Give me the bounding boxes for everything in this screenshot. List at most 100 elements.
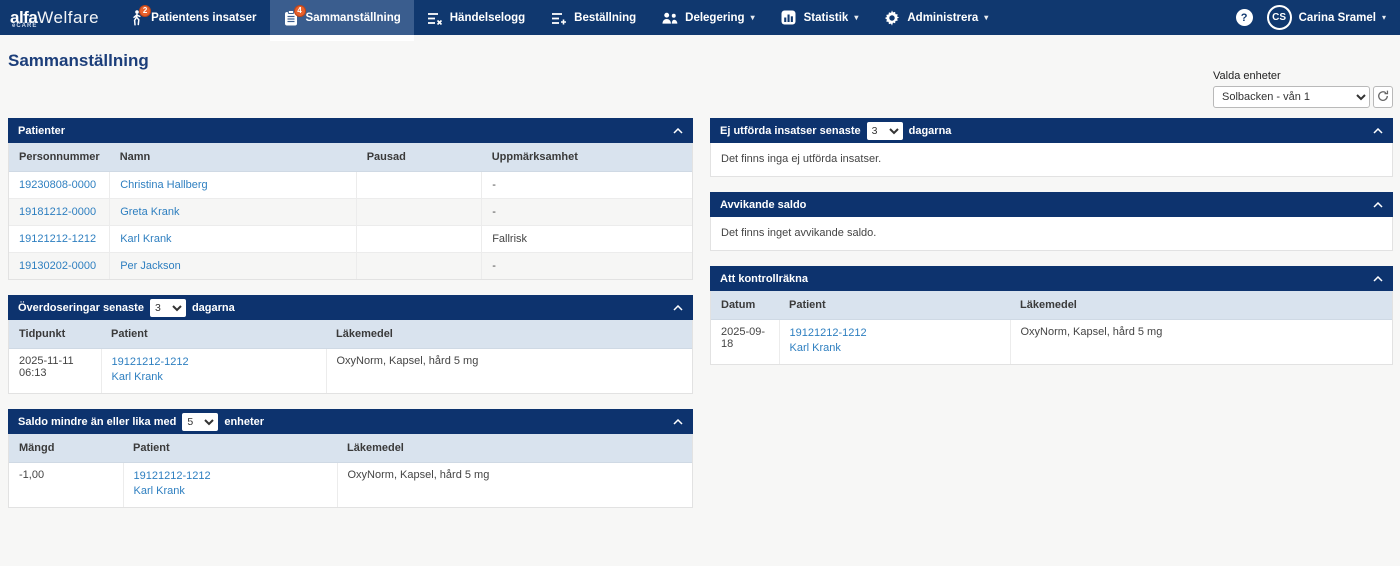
panel-title: Ej utförda insatser senaste	[720, 124, 861, 137]
column-header: Patient	[123, 434, 337, 463]
user-name: Carina Sramel	[1298, 11, 1376, 24]
panel-overdoses-header[interactable]: Överdoseringar senaste 3 dagarna	[8, 295, 693, 320]
nav-item-administrera[interactable]: Administrera ▾	[871, 0, 1001, 35]
panel-title-suffix: dagarna	[191, 301, 235, 314]
nav-item-label: Beställning	[574, 11, 637, 24]
chevron-down-icon: ▾	[750, 13, 755, 22]
clipboard-icon: 4	[283, 4, 306, 26]
right-column: Ej utförda insatser senaste 3 dagarna De…	[710, 118, 1393, 380]
panel-control-count-header[interactable]: Att kontrollräkna	[710, 266, 1393, 291]
nav-item-label: Delegering	[685, 11, 745, 24]
left-column: Patienter Personnummer Namn Pausad Uppmä…	[8, 118, 693, 523]
column-header: Läkemedel	[337, 434, 692, 463]
unit-filter: Valda enheter Solbacken - vån 1	[1213, 70, 1393, 108]
patient-name-link[interactable]: Karl Krank	[120, 233, 171, 245]
patient-pnr-link[interactable]: 19121212-1212	[19, 233, 96, 245]
patient-name-link[interactable]: Christina Hallberg	[120, 179, 207, 191]
panel-patients-header[interactable]: Patienter	[8, 118, 693, 143]
patient-name-link[interactable]: Karl Krank	[790, 341, 1000, 356]
time-cell: 2025-11-11 06:13	[9, 348, 102, 393]
notification-badge: 2	[139, 4, 152, 17]
unit-filter-label: Valda enheter	[1213, 70, 1281, 82]
walking-person-icon: 2	[128, 4, 152, 26]
column-header: Patient	[779, 291, 1010, 320]
navbar-right: ? CS Carina Sramel ▾	[1235, 0, 1400, 35]
avatar: CS	[1266, 5, 1292, 30]
nav-item-statistik[interactable]: Statistik ▾	[768, 0, 872, 35]
medication-cell: OxyNorm, Kapsel, hård 5 mg	[337, 462, 692, 507]
panel-overdoses: Överdoseringar senaste 3 dagarna Tidpunk…	[8, 295, 693, 394]
patient-cell: 19121212-1212 Karl Krank	[123, 462, 338, 507]
panel-title: Avvikande saldo	[720, 198, 807, 211]
column-header: Uppmärksamhet	[481, 143, 692, 172]
panel-deviant-balance: Avvikande saldo Det finns inget avvikand…	[710, 192, 1393, 251]
nav-item-delegering[interactable]: Delegering ▾	[649, 0, 767, 35]
help-button[interactable]: ?	[1235, 9, 1253, 26]
user-menu[interactable]: CS Carina Sramel ▾	[1266, 5, 1386, 30]
overdose-days-select[interactable]: 3	[149, 298, 186, 317]
gear-icon	[884, 9, 900, 26]
panel-title: Att kontrollräkna	[720, 272, 809, 285]
panel-deviant-balance-header[interactable]: Avvikande saldo	[710, 192, 1393, 217]
panel-title-suffix: dagarna	[908, 124, 952, 137]
page-header: Sammanställning Valda enheter Solbacken …	[8, 46, 1393, 108]
empty-state-text: Det finns inga ej utförda insatser.	[721, 153, 882, 165]
chevron-up-icon[interactable]	[1373, 127, 1383, 134]
chevron-up-icon[interactable]	[1373, 275, 1383, 282]
page-title: Sammanställning	[8, 51, 149, 70]
patient-pnr-link[interactable]: 19121212-1212	[134, 469, 327, 484]
date-cell: 2025-09-18	[711, 319, 780, 364]
app-logo[interactable]: alfa Welfare eCARE	[0, 0, 115, 35]
patient-cell: 19121212-1212 Karl Krank	[779, 319, 1011, 364]
patient-pnr-link[interactable]: 19121212-1212	[790, 326, 1000, 341]
patient-cell: 19121212-1212 Karl Krank	[101, 348, 327, 393]
panel-title: Överdoseringar senaste	[18, 301, 144, 314]
patient-pnr-link[interactable]: 19230808-0000	[19, 179, 96, 191]
top-navbar: alfa Welfare eCARE 2 Patientens insatser …	[0, 0, 1400, 41]
chevron-up-icon[interactable]	[673, 418, 683, 425]
column-header: Patient	[101, 320, 326, 349]
chevron-up-icon[interactable]	[673, 304, 683, 311]
control-count-table: Datum Patient Läkemedel 2025-09-18 19121…	[711, 291, 1392, 364]
amount-cell: -1,00	[9, 462, 124, 507]
patient-pnr-link[interactable]: 19181212-0000	[19, 206, 96, 218]
panel-not-performed: Ej utförda insatser senaste 3 dagarna De…	[710, 118, 1393, 177]
logo-subtext: eCARE	[12, 23, 38, 29]
balance-units-select[interactable]: 5	[182, 412, 219, 431]
nav-item-patientens-insatser[interactable]: 2 Patientens insatser	[115, 0, 269, 35]
patient-name-link[interactable]: Karl Krank	[112, 370, 316, 385]
column-header: Mängd	[9, 434, 123, 463]
order-list-icon	[551, 10, 567, 26]
chevron-up-icon[interactable]	[673, 127, 683, 134]
table-row: 2025-11-11 06:13 19121212-1212 Karl Kran…	[9, 348, 692, 393]
nav-item-label: Händelselogg	[449, 11, 526, 24]
nav-item-handelselogg[interactable]: Händelselogg	[414, 0, 538, 35]
paused-cell	[356, 198, 483, 226]
patient-pnr-link[interactable]: 19121212-1212	[112, 355, 316, 370]
not-performed-days-select[interactable]: 3	[866, 121, 903, 140]
unit-select[interactable]: Solbacken - vån 1	[1213, 86, 1370, 108]
nav-item-bestallning[interactable]: Beställning	[538, 0, 649, 35]
column-header: Datum	[711, 291, 779, 320]
main-content: Sammanställning Valda enheter Solbacken …	[0, 35, 1400, 566]
attention-cell: -	[481, 252, 692, 279]
panel-not-performed-header[interactable]: Ej utförda insatser senaste 3 dagarna	[710, 118, 1393, 143]
patient-name-link[interactable]: Greta Krank	[120, 206, 179, 218]
table-row: 19121212-1212 Karl Krank Fallrisk	[9, 225, 692, 253]
attention-cell: -	[481, 198, 692, 226]
panel-low-balance-header[interactable]: Saldo mindre än eller lika med 5 enheter	[8, 409, 693, 434]
refresh-button[interactable]	[1373, 86, 1393, 108]
table-row: 19230808-0000 Christina Hallberg -	[9, 171, 692, 199]
event-log-icon	[427, 10, 443, 26]
patient-name-link[interactable]: Karl Krank	[134, 484, 327, 499]
patient-name-link[interactable]: Per Jackson	[120, 260, 181, 272]
people-icon	[662, 10, 678, 26]
patient-pnr-link[interactable]: 19130202-0000	[19, 260, 96, 272]
nav-item-label: Administrera	[907, 11, 979, 24]
low-balance-table: Mängd Patient Läkemedel -1,00 19121212-1…	[9, 434, 692, 507]
table-row: 2025-09-18 19121212-1212 Karl Krank OxyN…	[711, 319, 1392, 364]
nav-item-sammanstallning[interactable]: 4 Sammanställning	[269, 0, 414, 41]
chevron-down-icon: ▾	[854, 13, 859, 22]
paused-cell	[356, 225, 483, 253]
chevron-up-icon[interactable]	[1373, 201, 1383, 208]
